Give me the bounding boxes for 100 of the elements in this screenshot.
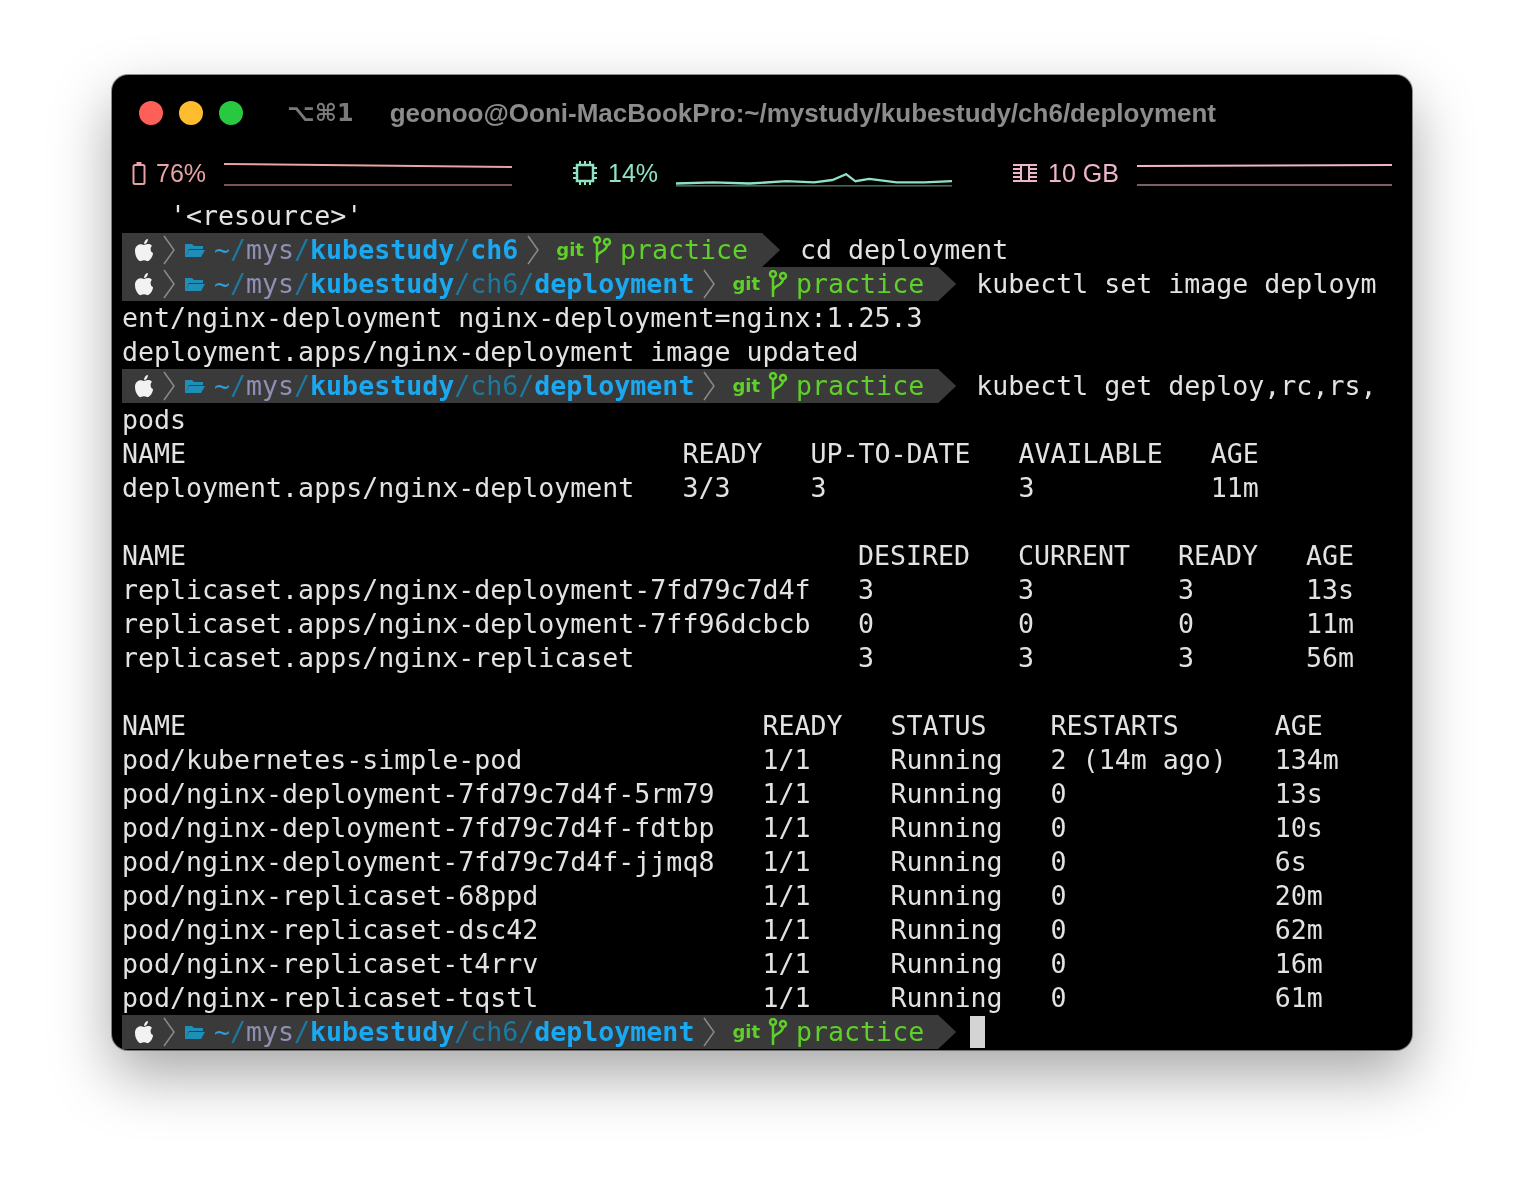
table-cell-text: 16m (1274, 947, 1324, 981)
table-cell-text: 0 (1050, 777, 1068, 811)
table-cell-text: Running (890, 947, 1004, 981)
minimize-button[interactable] (179, 101, 203, 125)
cpu-icon (572, 160, 598, 186)
cpu-reading: 14% (608, 158, 659, 188)
command-text: kubectl get deploy,rc,rs, (976, 369, 1377, 403)
table-cell-text: 3/3 (682, 471, 732, 505)
apple-icon (134, 238, 154, 262)
column-header: UP-TO-DATE (810, 437, 972, 471)
folder-icon (184, 1023, 206, 1041)
branch-name: practice (796, 1015, 925, 1049)
chevron-icon (702, 268, 717, 300)
table-cell-text: 3 (1018, 641, 1036, 675)
table-cell-text: deployment.apps/nginx-deployment (122, 471, 636, 505)
table-cell-text: 134m (1274, 743, 1340, 777)
table-cell-text: 6s (1274, 845, 1308, 879)
apple-icon (134, 374, 154, 398)
git-label: git (556, 238, 584, 262)
table-cell-text: 13s (1306, 573, 1356, 607)
table-cell-text: 0 (1178, 607, 1196, 641)
column-header: DESIRED (858, 539, 972, 573)
table-cell-text: 62m (1274, 913, 1324, 947)
table-cell-text: 0 (1050, 811, 1068, 845)
table-cell-text: 3 (858, 573, 876, 607)
battery-reading: 76% (156, 158, 207, 188)
zoom-button[interactable] (219, 101, 243, 125)
chevron-icon (526, 234, 541, 266)
column-header: NAME (122, 437, 188, 471)
table-cell-text: Running (890, 743, 1004, 777)
folder-icon (184, 275, 206, 293)
branch-icon (591, 236, 612, 264)
table-cell-text: 1/1 (762, 879, 812, 913)
git-label: git (732, 272, 761, 296)
table-cell-text: replicaset.apps/nginx-deployment-7ff96dcbcb (122, 607, 812, 641)
close-button[interactable] (139, 101, 163, 125)
chevron-icon (702, 1016, 717, 1048)
path-text: ~/mys/kubestudy/ch6/deployment (214, 267, 695, 301)
table-cell-text: Running (890, 981, 1004, 1015)
branch-name: practice (796, 267, 925, 301)
table-cell-text: 56m (1306, 641, 1356, 675)
column-header: AVAILABLE (1018, 437, 1164, 471)
table-cell-text: 61m (1274, 981, 1324, 1015)
column-header: READY (1178, 539, 1260, 573)
memory-reading: 10 GB (1048, 158, 1119, 188)
tab-shortcut: ⌥⌘1 (287, 99, 354, 127)
table-cell-text: 1/1 (762, 947, 812, 981)
column-header: AGE (1210, 437, 1260, 471)
table-cell-text: 1/1 (762, 845, 812, 879)
table-cell-text: pod/nginx-replicaset-dsc42 (122, 913, 540, 947)
table-cell-text: 1/1 (762, 913, 812, 947)
column-header: NAME (122, 709, 188, 743)
table-cell-text: Running (890, 777, 1004, 811)
table-cell-text: 3 (810, 471, 828, 505)
window-title: geonoo@Ooni-MacBookPro:~/mystudy/kubestudy/ch6/deployment (389, 97, 1217, 129)
table-cell-text: 3 (1018, 471, 1036, 505)
table-cell-text: 1/1 (762, 743, 812, 777)
table-cell-text: replicaset.apps/nginx-deployment-7fd79c7d4f (122, 573, 812, 607)
output-text: pods (122, 403, 187, 437)
table-cell-text: pod/nginx-replicaset-68ppd (122, 879, 540, 913)
output-text: ent/nginx-deployment nginx-deployment=nginx:1.25.3 (122, 301, 923, 335)
git-label: git (732, 374, 761, 398)
command-text: kubectl set image deploym (976, 267, 1377, 301)
command-text: cd deployment (800, 233, 1009, 267)
table-cell-text: 3 (1178, 641, 1196, 675)
chevron-icon (162, 234, 176, 266)
table-cell-text: 3 (1018, 573, 1036, 607)
chevron-icon (702, 370, 717, 402)
table-cell-text: 0 (1050, 947, 1068, 981)
table-cell-text: 1/1 (762, 981, 812, 1015)
apple-icon (134, 272, 154, 296)
table-cell-text: 0 (1050, 981, 1068, 1015)
table-cell-text: 0 (858, 607, 876, 641)
column-header: NAME (122, 539, 188, 573)
table-cell-text: Running (890, 811, 1004, 845)
branch-icon (768, 372, 789, 400)
column-header: AGE (1306, 539, 1356, 573)
table-cell-text: Running (890, 845, 1004, 879)
path-text: ~/mys/kubestudy/ch6/deployment (214, 1015, 695, 1049)
branch-icon (768, 1018, 789, 1046)
table-cell-text: 11m (1306, 607, 1356, 641)
output-text: deployment.apps/nginx-deployment image updated (122, 335, 859, 369)
path-text: ~/mys/kubestudy/ch6/deployment (214, 369, 695, 403)
branch-name: practice (796, 369, 925, 403)
column-header: READY (682, 437, 764, 471)
table-cell-text: 20m (1274, 879, 1324, 913)
table-cell-text: Running (890, 913, 1004, 947)
table-cell-text: pod/nginx-deployment-7fd79c7d4f-jjmq8 (122, 845, 716, 879)
branch-name: practice (619, 233, 749, 267)
table-cell-text: 1/1 (762, 777, 812, 811)
table-cell-text: 0 (1050, 879, 1068, 913)
chevron-icon (162, 370, 176, 402)
table-cell-text: 10s (1274, 811, 1324, 845)
column-header: CURRENT (1018, 539, 1132, 573)
folder-icon (184, 377, 206, 395)
chevron-icon (162, 268, 176, 300)
table-cell-text: 3 (1178, 573, 1196, 607)
table-cell-text: pod/nginx-deployment-7fd79c7d4f-fdtbp (122, 811, 716, 845)
column-header: AGE (1274, 709, 1324, 743)
table-cell-text: 2 (14m ago) (1050, 743, 1228, 777)
